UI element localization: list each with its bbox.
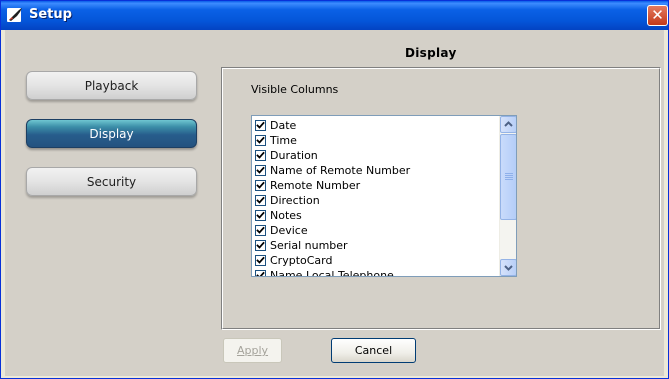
checkbox[interactable] (255, 255, 266, 266)
column-label: Remote Number (270, 179, 361, 192)
apply-label: Apply (236, 344, 269, 357)
visible-columns-label: Visible Columns (251, 83, 339, 96)
list-item[interactable]: Time (255, 133, 495, 148)
list-item[interactable]: Date (255, 118, 495, 133)
check-icon (256, 211, 265, 219)
checkbox[interactable] (255, 180, 266, 191)
column-label: Direction (270, 194, 320, 207)
check-icon (256, 166, 265, 174)
check-icon (256, 241, 265, 249)
scroll-up-button[interactable] (500, 116, 516, 133)
checkbox[interactable] (255, 195, 266, 206)
nav-playback-button[interactable]: Playback (26, 71, 197, 100)
list-item[interactable]: Notes (255, 208, 495, 223)
scroll-down-button[interactable] (500, 259, 516, 276)
column-label: Name of Remote Number (270, 164, 411, 177)
list-item[interactable]: Name of Remote Number (255, 163, 495, 178)
column-label: Serial number (270, 239, 348, 252)
check-icon (256, 151, 265, 159)
nav-playback-label: Playback (84, 79, 139, 93)
check-icon (256, 196, 265, 204)
column-label: Name Local Telephone (270, 269, 394, 277)
scroll-thumb[interactable] (500, 134, 516, 220)
column-label: Device (270, 224, 308, 237)
column-label: Duration (270, 149, 318, 162)
title-bar[interactable]: Setup ✕ (1, 1, 668, 30)
list-item[interactable]: Name Local Telephone (255, 268, 495, 277)
check-icon (256, 181, 265, 189)
list-item[interactable]: Serial number (255, 238, 495, 253)
check-icon (256, 256, 265, 264)
nav-security-label: Security (86, 175, 137, 189)
window-title: Setup (29, 7, 72, 22)
nav-display-button[interactable]: Display (26, 119, 197, 148)
column-label: Notes (270, 209, 302, 222)
visible-columns-list[interactable]: Date Time Duration Name of Remote Number Rem… (251, 115, 517, 277)
list-item[interactable]: Duration (255, 148, 495, 163)
check-icon (256, 226, 265, 234)
check-icon (256, 271, 265, 276)
column-label: Time (270, 134, 297, 147)
list-item[interactable]: Direction (255, 193, 495, 208)
checkbox[interactable] (255, 150, 266, 161)
checkbox[interactable] (255, 240, 266, 251)
vertical-scrollbar[interactable] (499, 116, 516, 276)
client-area: Display Playback Display Security Visibl… (5, 30, 664, 376)
chevron-down-icon (504, 265, 513, 271)
cancel-button[interactable]: Cancel (331, 338, 416, 363)
nav-security-button[interactable]: Security (26, 167, 197, 196)
list-item[interactable]: CryptoCard (255, 253, 495, 268)
display-settings-panel: Visible Columns Date Time Duration Name of … (221, 67, 661, 330)
check-icon (256, 136, 265, 144)
column-items: Date Time Duration Name of Remote Number Rem… (255, 118, 495, 277)
close-icon: ✕ (651, 6, 664, 24)
list-item[interactable]: Remote Number (255, 178, 495, 193)
checkbox[interactable] (255, 120, 266, 131)
column-label: CryptoCard (270, 254, 333, 267)
nav-display-label: Display (89, 127, 134, 141)
check-icon (256, 121, 265, 129)
list-item[interactable]: Device (255, 223, 495, 238)
close-button[interactable]: ✕ (647, 5, 668, 26)
checkbox[interactable] (255, 270, 266, 276)
chevron-up-icon (504, 121, 513, 127)
cancel-label: Cancel (354, 344, 393, 357)
checkbox[interactable] (255, 165, 266, 176)
column-label: Date (270, 119, 297, 132)
checkbox[interactable] (255, 210, 266, 221)
setup-window: Setup ✕ Display Playback Display Securit… (0, 0, 669, 379)
app-icon (7, 8, 22, 22)
section-title: Display (405, 46, 457, 60)
checkbox[interactable] (255, 135, 266, 146)
apply-button[interactable]: Apply (223, 338, 282, 363)
checkbox[interactable] (255, 225, 266, 236)
